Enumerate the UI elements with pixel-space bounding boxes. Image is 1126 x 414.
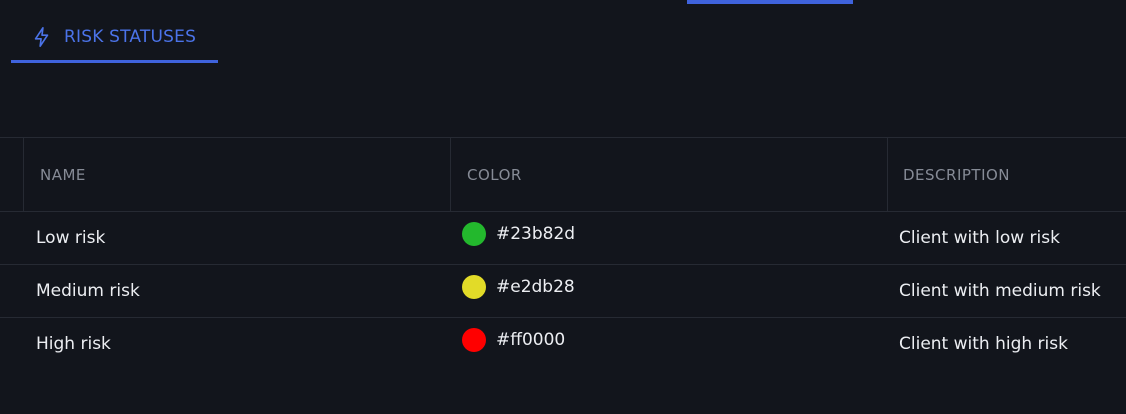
color-swatch	[462, 328, 486, 352]
tab-risk-statuses[interactable]: RISK STATUSES	[11, 14, 218, 63]
top-tab-indicator	[687, 0, 853, 4]
row-description: Client with medium risk	[899, 281, 1101, 301]
lightning-icon	[31, 26, 53, 48]
row-color: #e2db28	[462, 261, 575, 313]
risk-statuses-page: RISK STATUSES NAME COLOR DESCRIPTION Low…	[0, 0, 1126, 414]
row-name: High risk	[36, 334, 111, 354]
table-row[interactable]: Low risk #23b82d Client with low risk	[0, 212, 1126, 265]
tab-bar: RISK STATUSES	[11, 14, 218, 64]
color-hex: #e2db28	[496, 277, 575, 297]
table-row[interactable]: Medium risk #e2db28 Client with medium r…	[0, 265, 1126, 318]
column-divider	[23, 138, 24, 211]
row-color: #23b82d	[462, 208, 575, 260]
column-header-description[interactable]: DESCRIPTION	[903, 138, 1010, 211]
column-divider	[450, 138, 451, 211]
column-header-name[interactable]: NAME	[40, 138, 86, 211]
row-description: Client with high risk	[899, 334, 1068, 354]
risk-status-table: NAME COLOR DESCRIPTION Low risk #23b82d …	[0, 137, 1126, 370]
row-color: #ff0000	[462, 314, 565, 366]
color-swatch	[462, 275, 486, 299]
row-description: Client with low risk	[899, 228, 1060, 248]
color-hex: #23b82d	[496, 224, 576, 244]
color-hex: #ff0000	[496, 330, 566, 350]
row-name: Low risk	[36, 228, 106, 248]
row-name: Medium risk	[36, 281, 140, 301]
color-swatch	[462, 222, 486, 246]
table-row[interactable]: High risk #ff0000 Client with high risk	[0, 318, 1126, 370]
column-header-color[interactable]: COLOR	[467, 138, 522, 211]
table-header: NAME COLOR DESCRIPTION	[0, 138, 1126, 212]
column-divider	[887, 138, 888, 211]
tab-label: RISK STATUSES	[64, 27, 197, 47]
